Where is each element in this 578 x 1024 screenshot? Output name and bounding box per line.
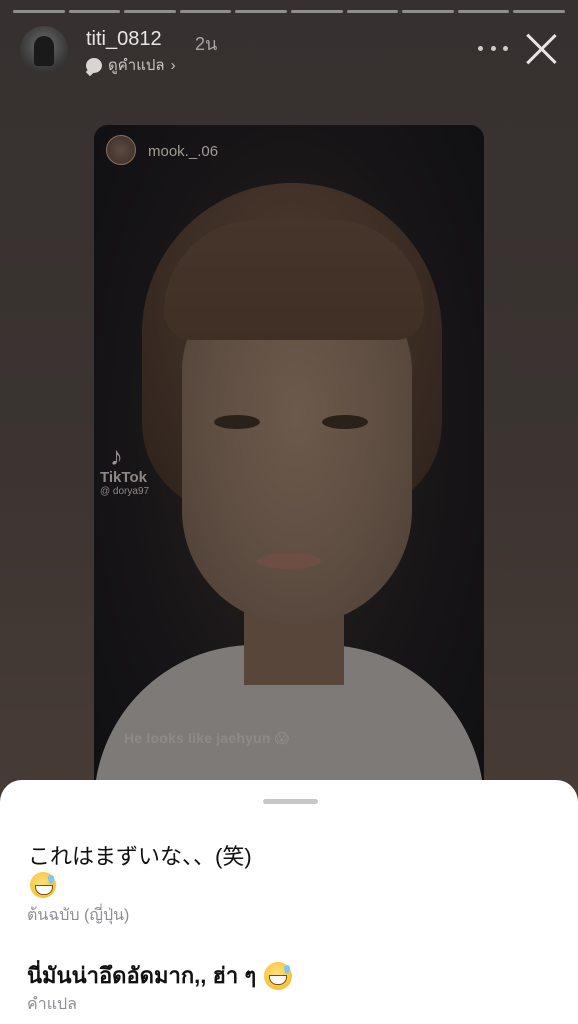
story-viewer: titi_0812 2น ดูคำแปล › mook._.06 ♪ TikTo… xyxy=(0,0,578,1024)
tiktok-brand: TikTok xyxy=(100,469,147,486)
original-text: これはまずいな、、(笑) xyxy=(28,844,252,869)
progress-segment xyxy=(13,10,65,13)
story-header: titi_0812 2น ดูคำแปล › xyxy=(20,24,558,78)
chevron-right-icon: › xyxy=(170,56,176,74)
tiktok-handle: @ dorya97 xyxy=(100,486,150,497)
see-translation-label: ดูคำแปล xyxy=(108,57,165,74)
more-horizontal-icon xyxy=(478,45,483,51)
speech-bubble-icon xyxy=(86,57,102,73)
progress-segment xyxy=(457,10,510,13)
story-progress-bar xyxy=(13,10,565,13)
original-language-label: ต้นฉบับ (ญี่ปุ่น) xyxy=(27,907,130,924)
more-options-button[interactable] xyxy=(478,38,508,58)
tiktok-watermark: ♪ TikTok @ dorya97 xyxy=(100,443,160,497)
translated-text: นี่มันน่าอึดอัดมาก,, ฮ่า ๆ xyxy=(27,963,257,988)
progress-segment xyxy=(346,10,399,13)
progress-segment xyxy=(235,10,287,13)
progress-segment xyxy=(179,10,232,13)
translation-sheet: これはまずいな、、(笑) ต้นฉบับ (ญี่ปุ่น) นี่มันน่า… xyxy=(0,780,578,1024)
grinning-sweat-emoji-icon xyxy=(30,872,56,898)
close-button[interactable] xyxy=(524,32,558,66)
shared-post-card[interactable]: mook._.06 ♪ TikTok @ dorya97 He looks li… xyxy=(94,125,484,815)
sheet-grabber[interactable] xyxy=(263,799,318,804)
translated-text-row: นี่มันน่าอึดอัดมาก,, ฮ่า ๆ xyxy=(27,958,293,993)
see-translation-link[interactable]: ดูคำแปล › xyxy=(86,53,176,77)
avatar[interactable] xyxy=(20,26,68,74)
post-caption: He looks like jaehyun 😱 xyxy=(124,730,290,746)
progress-segment xyxy=(402,10,454,13)
progress-segment xyxy=(290,10,343,13)
tiktok-logo-icon: ♪ xyxy=(110,441,123,471)
story-time: 2น xyxy=(195,34,218,54)
story-username[interactable]: titi_0812 xyxy=(86,28,162,51)
progress-segment xyxy=(68,10,121,13)
progress-segment xyxy=(124,10,176,13)
grinning-sweat-emoji-icon xyxy=(264,961,293,990)
card-username[interactable]: mook._.06 xyxy=(148,143,218,160)
progress-segment xyxy=(513,10,565,13)
card-avatar[interactable] xyxy=(106,135,136,165)
translation-label: คำแปล xyxy=(27,996,77,1013)
